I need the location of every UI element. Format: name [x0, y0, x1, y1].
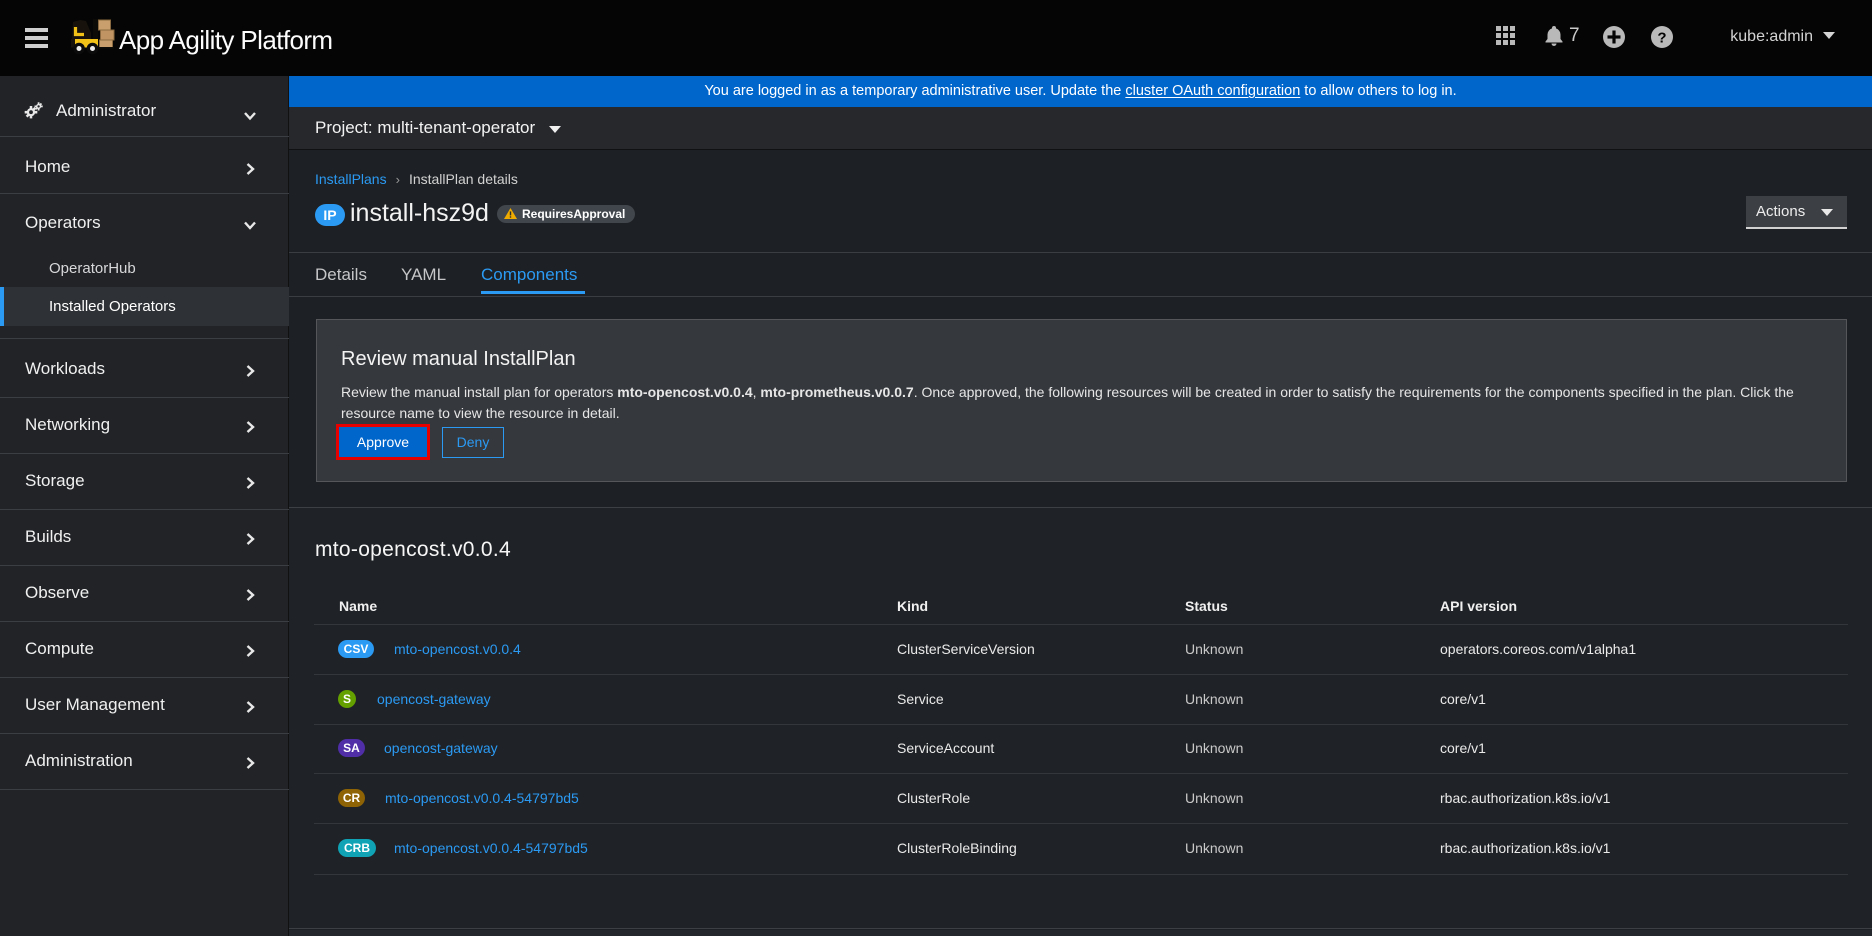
svg-text:?: ? — [1657, 30, 1666, 47]
